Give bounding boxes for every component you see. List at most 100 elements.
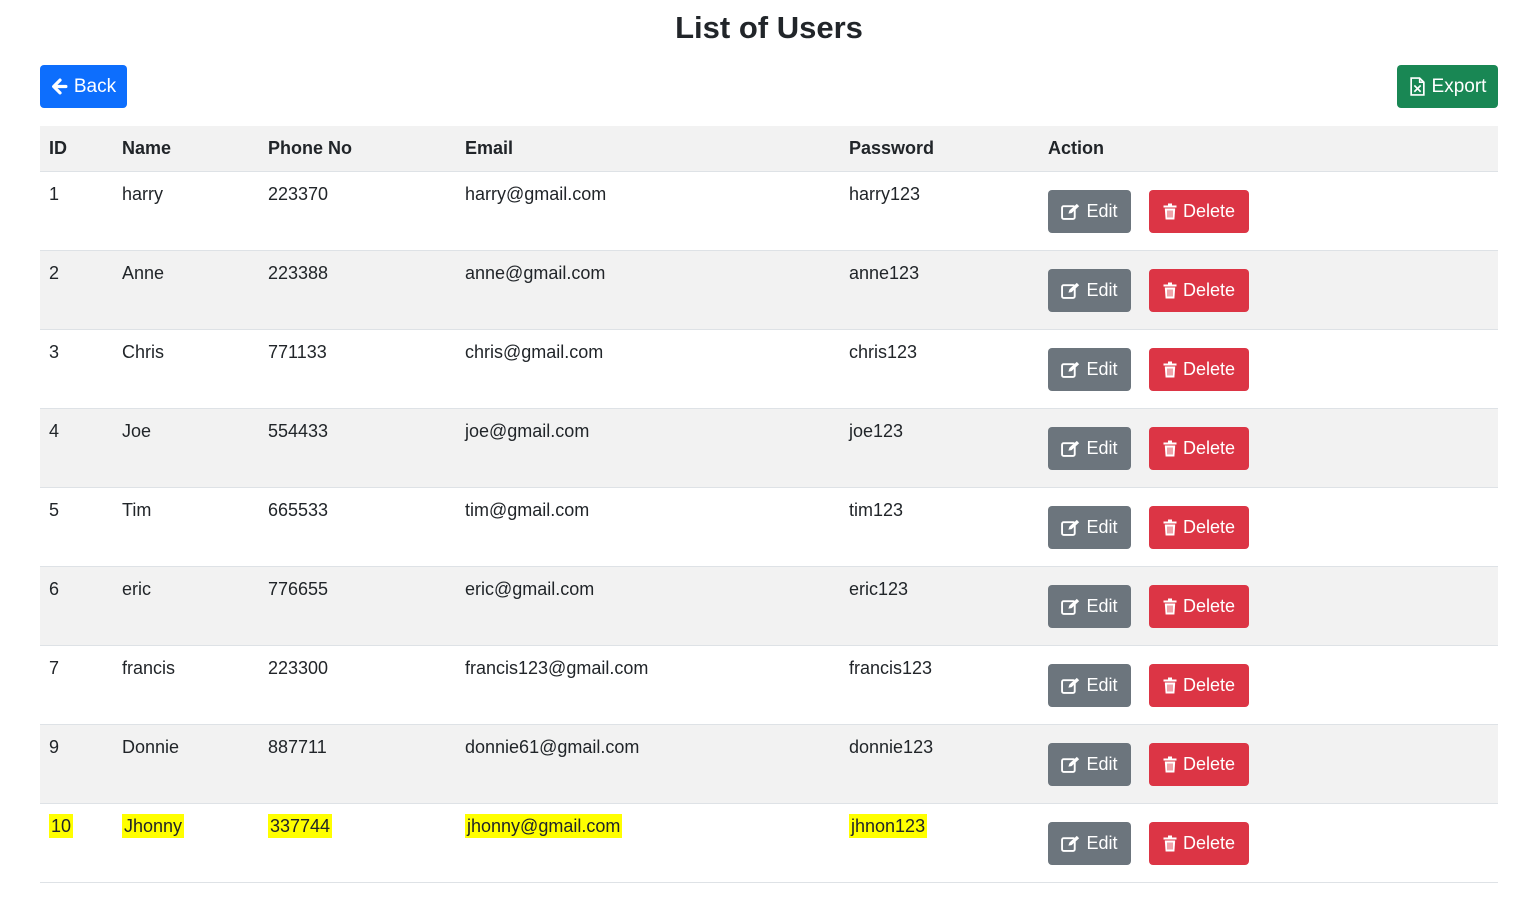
table-row: 10 Jhonny 337744 jhonny@gmail.com jhnon1… bbox=[40, 803, 1498, 883]
delete-button[interactable]: Delete bbox=[1149, 190, 1249, 233]
cell-phone: 776655 bbox=[259, 566, 456, 646]
cell-phone: 223300 bbox=[259, 645, 456, 725]
cell-id: 3 bbox=[40, 329, 113, 409]
edit-button[interactable]: Edit bbox=[1048, 190, 1131, 233]
cell-id: 10 bbox=[40, 803, 113, 883]
trash-icon bbox=[1163, 203, 1177, 220]
delete-button[interactable]: Delete bbox=[1149, 269, 1249, 312]
edit-icon bbox=[1061, 203, 1080, 220]
cell-phone: 887711 bbox=[259, 724, 456, 804]
edit-button-label: Edit bbox=[1086, 833, 1118, 853]
edit-button-label: Edit bbox=[1086, 438, 1118, 458]
highlighted-text: Jhonny bbox=[122, 814, 185, 838]
delete-button-label: Delete bbox=[1182, 359, 1236, 379]
cell-action: Edit Delete bbox=[1039, 645, 1498, 725]
export-button[interactable]: Export bbox=[1397, 65, 1498, 108]
cell-action: Edit Delete bbox=[1039, 250, 1498, 330]
export-button-label: Export bbox=[1431, 75, 1487, 97]
edit-button[interactable]: Edit bbox=[1048, 269, 1131, 312]
delete-button[interactable]: Delete bbox=[1149, 585, 1249, 628]
cell-password: joe123 bbox=[840, 408, 1039, 488]
table-row: 3 Chris 771133 chris@gmail.com chris123 … bbox=[40, 329, 1498, 409]
table-row: 7 francis 223300 francis123@gmail.com fr… bbox=[40, 645, 1498, 725]
edit-button[interactable]: Edit bbox=[1048, 822, 1131, 865]
trash-icon bbox=[1163, 440, 1177, 457]
header-phone: Phone No bbox=[259, 126, 456, 172]
cell-email: joe@gmail.com bbox=[456, 408, 840, 488]
cell-email: jhonny@gmail.com bbox=[456, 803, 840, 883]
cell-password: harry123 bbox=[840, 171, 1039, 251]
trash-icon bbox=[1163, 361, 1177, 378]
cell-id: 9 bbox=[40, 724, 113, 804]
delete-button-label: Delete bbox=[1182, 438, 1236, 458]
edit-button-label: Edit bbox=[1086, 359, 1118, 379]
cell-name: Chris bbox=[113, 329, 259, 409]
delete-button-label: Delete bbox=[1182, 754, 1236, 774]
cell-email: anne@gmail.com bbox=[456, 250, 840, 330]
header-name: Name bbox=[113, 126, 259, 172]
edit-button[interactable]: Edit bbox=[1048, 585, 1131, 628]
cell-id: 5 bbox=[40, 487, 113, 567]
highlighted-text: jhnon123 bbox=[849, 814, 928, 838]
header-email: Email bbox=[456, 126, 840, 172]
cell-email: harry@gmail.com bbox=[456, 171, 840, 251]
delete-button[interactable]: Delete bbox=[1149, 427, 1249, 470]
edit-button-label: Edit bbox=[1086, 675, 1118, 695]
table-header-row: ID Name Phone No Email Password Action bbox=[40, 126, 1498, 172]
cell-password: jhnon123 bbox=[840, 803, 1039, 883]
cell-phone: 223370 bbox=[259, 171, 456, 251]
edit-button[interactable]: Edit bbox=[1048, 506, 1131, 549]
table-row: 5 Tim 665533 tim@gmail.com tim123 Edit D… bbox=[40, 487, 1498, 567]
delete-button-label: Delete bbox=[1182, 596, 1236, 616]
edit-button[interactable]: Edit bbox=[1048, 664, 1131, 707]
cell-action: Edit Delete bbox=[1039, 724, 1498, 804]
delete-button[interactable]: Delete bbox=[1149, 348, 1249, 391]
cell-id: 6 bbox=[40, 566, 113, 646]
cell-email: francis123@gmail.com bbox=[456, 645, 840, 725]
delete-button[interactable]: Delete bbox=[1149, 743, 1249, 786]
table-row: 6 eric 776655 eric@gmail.com eric123 Edi… bbox=[40, 566, 1498, 646]
cell-password: chris123 bbox=[840, 329, 1039, 409]
cell-name: eric bbox=[113, 566, 259, 646]
cell-name: harry bbox=[113, 171, 259, 251]
file-excel-icon bbox=[1409, 77, 1426, 96]
header-password: Password bbox=[840, 126, 1039, 172]
cell-email: donnie61@gmail.com bbox=[456, 724, 840, 804]
cell-action: Edit Delete bbox=[1039, 566, 1498, 646]
cell-password: anne123 bbox=[840, 250, 1039, 330]
cell-phone: 771133 bbox=[259, 329, 456, 409]
cell-action: Edit Delete bbox=[1039, 171, 1498, 251]
table-row: 9 Donnie 887711 donnie61@gmail.com donni… bbox=[40, 724, 1498, 804]
table-row: 4 Joe 554433 joe@gmail.com joe123 Edit D… bbox=[40, 408, 1498, 488]
edit-button[interactable]: Edit bbox=[1048, 348, 1131, 391]
edit-button-label: Edit bbox=[1086, 596, 1118, 616]
edit-icon bbox=[1061, 598, 1080, 615]
cell-name: Joe bbox=[113, 408, 259, 488]
highlighted-text: 337744 bbox=[268, 814, 333, 838]
delete-button-label: Delete bbox=[1182, 201, 1236, 221]
header-action: Action bbox=[1039, 126, 1498, 172]
edit-icon bbox=[1061, 756, 1080, 773]
cell-phone: 554433 bbox=[259, 408, 456, 488]
delete-button[interactable]: Delete bbox=[1149, 822, 1249, 865]
cell-email: chris@gmail.com bbox=[456, 329, 840, 409]
edit-button[interactable]: Edit bbox=[1048, 743, 1131, 786]
delete-button[interactable]: Delete bbox=[1149, 664, 1249, 707]
edit-button-label: Edit bbox=[1086, 517, 1118, 537]
cell-action: Edit Delete bbox=[1039, 329, 1498, 409]
header-id: ID bbox=[40, 126, 113, 172]
cell-password: tim123 bbox=[840, 487, 1039, 567]
users-table: ID Name Phone No Email Password Action 1… bbox=[40, 126, 1498, 883]
trash-icon bbox=[1163, 756, 1177, 773]
edit-button[interactable]: Edit bbox=[1048, 427, 1131, 470]
cell-name: Tim bbox=[113, 487, 259, 567]
back-button-label: Back bbox=[73, 75, 117, 97]
delete-button[interactable]: Delete bbox=[1149, 506, 1249, 549]
cell-password: donnie123 bbox=[840, 724, 1039, 804]
back-button[interactable]: Back bbox=[40, 65, 127, 108]
page-title: List of Users bbox=[675, 10, 863, 45]
edit-icon bbox=[1061, 835, 1080, 852]
edit-icon bbox=[1061, 519, 1080, 536]
cell-id: 4 bbox=[40, 408, 113, 488]
highlighted-text: jhonny@gmail.com bbox=[465, 814, 623, 838]
